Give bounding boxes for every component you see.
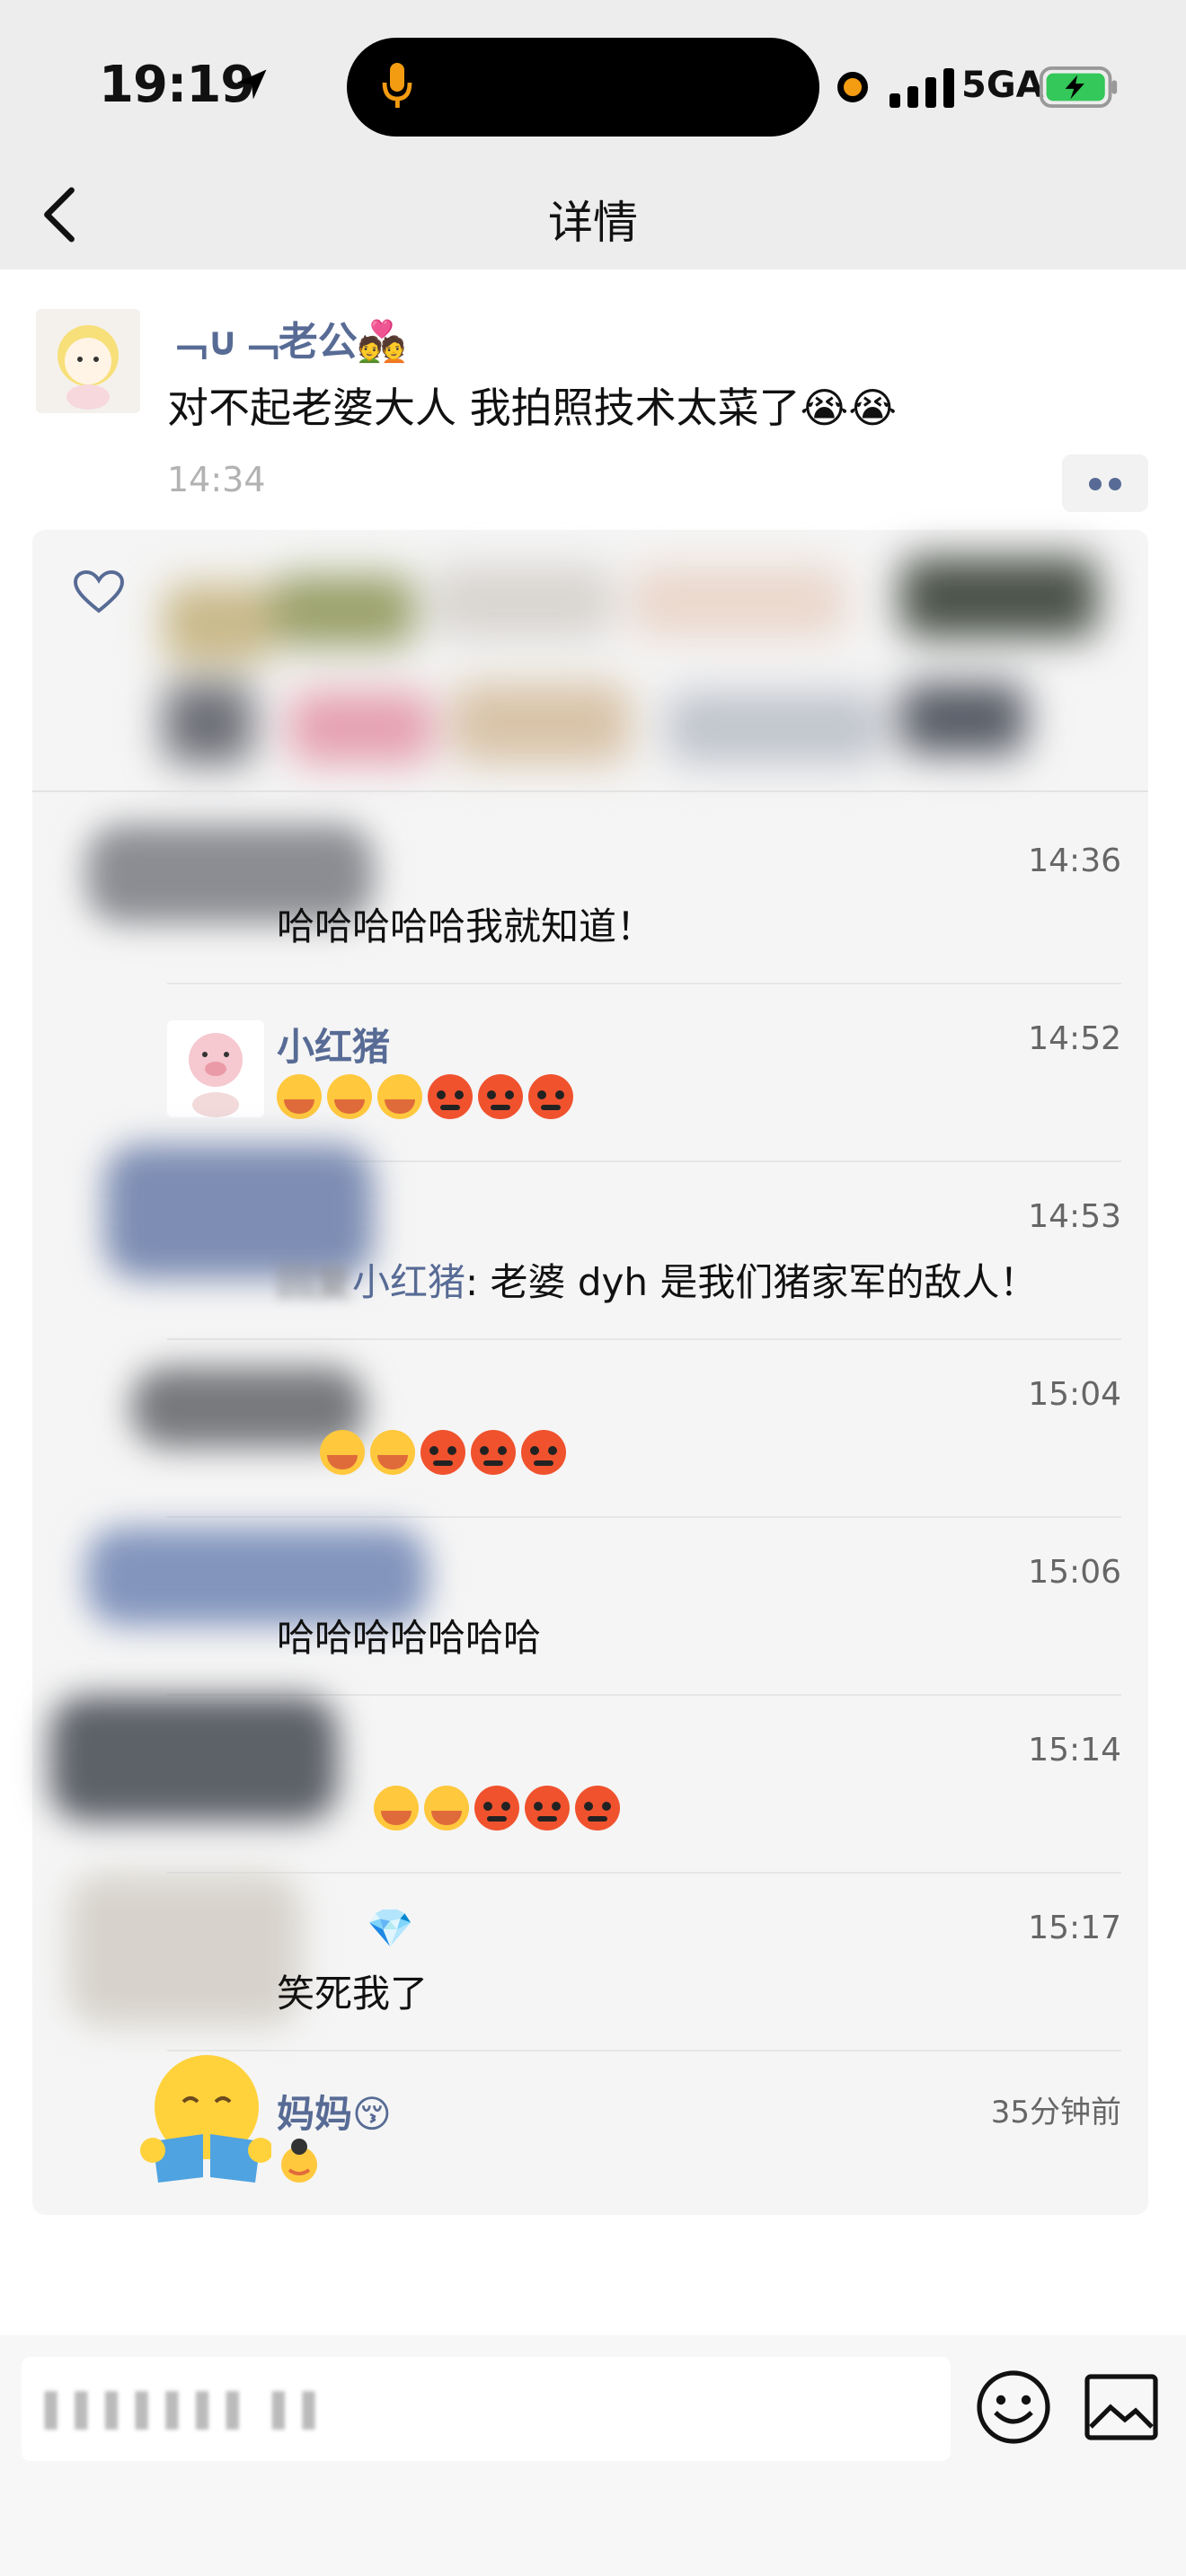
post-content: 对不起老婆大人 我拍照技术太菜了😭😭 [167, 384, 898, 432]
comment-emojis [320, 1430, 566, 1475]
comment-time: 14:36 [1028, 842, 1121, 879]
more-icon [1089, 478, 1102, 490]
nav-bar: 详情 [0, 162, 1186, 269]
crying-face-icon [374, 1786, 419, 1831]
signal-icon [890, 68, 954, 108]
crying-face-icon [370, 1430, 415, 1475]
location-arrow-icon [236, 69, 267, 100]
angry-face-icon [420, 1430, 465, 1475]
angry-face-icon [478, 1074, 523, 1119]
heart-icon[interactable] [74, 569, 124, 614]
angry-face-icon [521, 1430, 566, 1475]
comment-item[interactable]: 回复小红猪: 老婆 dyh 是我们猪家军的敌人！ 14:53 [32, 1144, 1148, 1340]
comment-time: 15:17 [1028, 1910, 1121, 1946]
comment-item[interactable]: 妈妈😚 35分钟前 [32, 2051, 1148, 2229]
avatar-blurred [50, 1696, 338, 1822]
crying-face-icon [377, 1074, 422, 1119]
status-bar: 19:19 5GA [0, 0, 1186, 162]
comment-author[interactable]: 💎 [367, 1906, 413, 1951]
comment-input[interactable]: ▌▌▌▌▌▌▌ ▌▌ [22, 2357, 951, 2461]
divider [32, 790, 1148, 792]
crying-face-icon [320, 1430, 365, 1475]
sticker-emoji-icon [281, 2139, 317, 2183]
comment-time: 14:53 [1028, 1198, 1121, 1235]
comment-time: 35分钟前 [990, 2095, 1121, 2130]
comment-author[interactable]: 小红猪 [277, 1017, 390, 1072]
comment-emojis [374, 1786, 620, 1831]
mention-link[interactable]: 小红猪 [352, 1260, 465, 1304]
comment-author[interactable]: 妈妈😚 [277, 2084, 392, 2139]
battery-icon [1039, 66, 1118, 108]
crying-face-icon [424, 1786, 469, 1831]
post-time: 14:34 [167, 460, 266, 499]
avatar-illustration-icon [58, 325, 119, 410]
network-type: 5GA [961, 65, 1044, 106]
comment-time: 14:52 [1028, 1020, 1121, 1057]
more-button[interactable] [1062, 454, 1148, 512]
avatar-blurred [68, 1874, 302, 2026]
comment-emojis [277, 1074, 573, 1119]
angry-face-icon [474, 1786, 519, 1831]
avatar[interactable] [137, 2051, 273, 2183]
angry-face-icon [471, 1430, 516, 1475]
crying-face-icon [327, 1074, 372, 1119]
comment-input-bar: ▌▌▌▌▌▌▌ ▌▌ [0, 2335, 1186, 2576]
likes-list-blurred [164, 548, 1098, 772]
avatar[interactable] [167, 1020, 264, 1117]
image-icon[interactable] [1084, 2373, 1159, 2441]
comment-item[interactable]: 💎 笑死我了 15:17 [32, 1874, 1148, 2051]
author-avatar[interactable] [36, 309, 140, 413]
comment-item[interactable]: 15:04 [32, 1340, 1148, 1518]
mic-icon [382, 63, 412, 108]
comment-item[interactable]: 15:14 [32, 1696, 1148, 1874]
crying-face-icon [277, 1074, 322, 1119]
comment-item[interactable]: 小红猪 14:52 [32, 984, 1148, 1162]
angry-face-icon [525, 1786, 570, 1831]
comment-item[interactable]: 哈哈哈哈哈哈哈 15:06 [32, 1518, 1148, 1696]
comment-time: 15:04 [1028, 1376, 1121, 1413]
comment-sticker [277, 2138, 322, 2193]
angry-face-icon [575, 1786, 620, 1831]
comment-time: 15:14 [1028, 1732, 1121, 1769]
comment-text: 笑死我了 [277, 1972, 429, 2016]
pig-avatar-icon [167, 1020, 264, 1117]
comment-text: 哈哈哈哈哈我就知道！ [277, 904, 655, 948]
input-placeholder-blurred: ▌▌▌▌▌▌▌ ▌▌ [45, 2393, 333, 2430]
page-title: 详情 [548, 197, 638, 249]
angry-face-icon [428, 1074, 473, 1119]
emoji-icon[interactable] [976, 2369, 1051, 2445]
comment-text: 回复小红猪: 老婆 dyh 是我们猪家军的敌人！ [277, 1260, 1038, 1304]
comment-text: 哈哈哈哈哈哈哈 [277, 1616, 542, 1660]
comment-item[interactable]: 哈哈哈哈哈我就知道！ 14:36 [32, 807, 1148, 984]
dynamic-island [347, 38, 819, 137]
author-name[interactable]: ﹁∪﹁老公💑 [167, 309, 407, 366]
recording-indicator-icon [837, 72, 868, 102]
comment-time: 15:06 [1028, 1554, 1121, 1591]
reading-emoji-avatar-icon [140, 2055, 273, 2183]
angry-face-icon [528, 1074, 573, 1119]
